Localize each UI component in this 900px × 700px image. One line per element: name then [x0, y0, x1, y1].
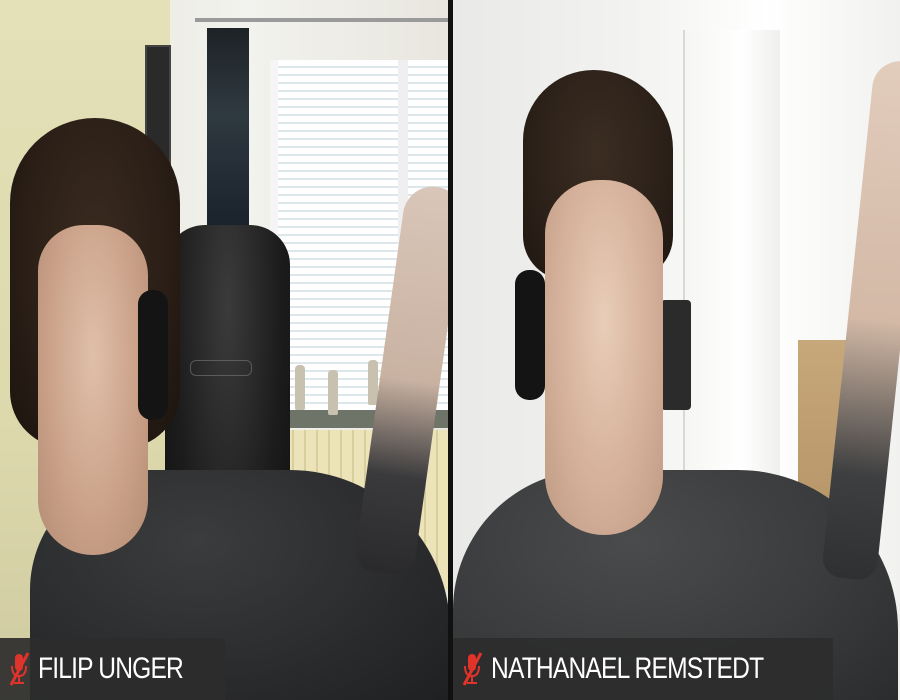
video-plant [295, 365, 305, 410]
video-headset [514, 270, 545, 400]
participant-name-tag: NATHANAEL REMSTEDT [452, 638, 833, 700]
mic-muted-icon[interactable] [461, 652, 483, 686]
video-curtain [207, 28, 249, 238]
participant-name: FILIP UNGER [38, 652, 184, 685]
video-curtain-rod [195, 18, 448, 22]
mic-muted-icon[interactable] [8, 652, 30, 686]
participant-tile-filip-unger[interactable]: FILIP UNGER [0, 0, 448, 700]
participant-name-tag: FILIP UNGER [0, 638, 225, 700]
participant-name: NATHANAEL REMSTEDT [490, 652, 764, 685]
video-plant [328, 370, 338, 415]
video-chair-logo [190, 360, 252, 376]
video-call-grid: FILIP UNGER NATHANAEL REMSTEDT [0, 0, 900, 700]
video-person-raised-arm [820, 58, 900, 582]
video-person-face [38, 225, 148, 555]
video-speaker [660, 300, 691, 410]
participant-tile-nathanael-remstedt[interactable]: NATHANAEL REMSTEDT [452, 0, 900, 700]
video-person-face [544, 180, 663, 535]
video-headset [138, 290, 168, 420]
